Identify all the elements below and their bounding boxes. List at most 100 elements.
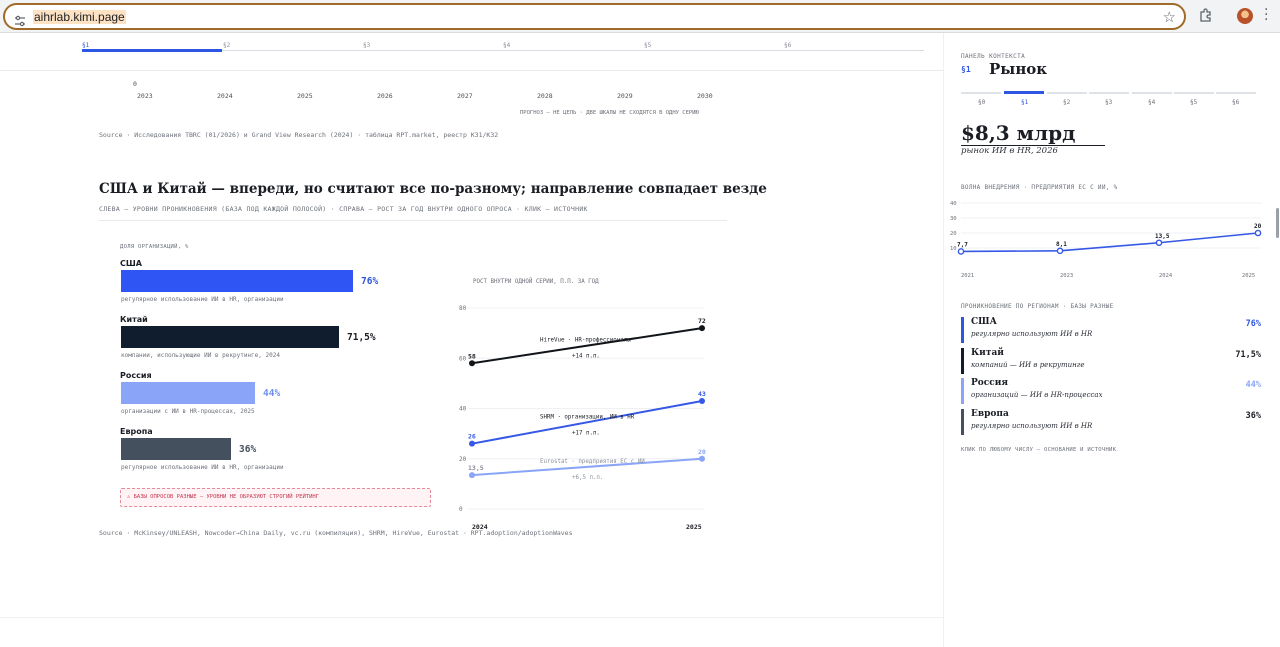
data-label: 26 (468, 433, 476, 441)
panel-tab-0[interactable]: §0 (978, 99, 985, 106)
panel-tab-track[interactable] (1089, 92, 1129, 94)
extensions-icon[interactable] (1198, 8, 1213, 23)
url-text[interactable]: aihrlab.kimi.page (33, 10, 126, 24)
forecast-note: ПРОГНОЗ — НЕ ЦЕЛЬ · ДВЕ ШКАЛЫ НЕ СХОДЯТС… (520, 110, 699, 116)
section-link-4[interactable]: §4 (503, 42, 510, 49)
data-point (1155, 239, 1163, 247)
bar-label-usa: США (120, 259, 142, 268)
panel-tab-track[interactable] (961, 92, 1001, 94)
x-tick-label: 2027 (457, 92, 473, 100)
x-tick-label: 2025 (297, 92, 313, 100)
bar-value-russia[interactable]: 44% (263, 388, 280, 399)
bar-value-china[interactable]: 71,5% (347, 332, 376, 343)
x-tick-label: 2023 (137, 92, 153, 100)
panel-tab-6[interactable]: §6 (1232, 99, 1239, 106)
site-settings-icon[interactable] (13, 14, 27, 28)
panel-tab-track[interactable] (1132, 92, 1172, 94)
address-bar[interactable]: aihrlab.kimi.page ☆ (3, 3, 1186, 30)
browser-toolbar: aihrlab.kimi.page ☆ · · · (0, 0, 1280, 33)
source-link-adoption[interactable]: Source · McKinsey/UNLEASH, Nowcoder→Chin… (99, 529, 573, 537)
panel-tab-3[interactable]: §3 (1105, 99, 1112, 106)
panel-tab-track-active[interactable] (1004, 91, 1044, 94)
context-panel: ПАНЕЛЬ КОНТЕКСТА §1 Рынок §0 §1 §2 §3 §4… (943, 33, 1280, 647)
x-tick-label: 2025 (686, 523, 702, 531)
data-label: 72 (698, 317, 706, 325)
bar-usa[interactable] (121, 270, 353, 292)
chart-caption: РОСТ ВНУТРИ ОДНОЙ СЕРИИ, П.П. ЗА ГОД (473, 278, 599, 285)
data-label: 20 (698, 448, 706, 456)
section-link-2[interactable]: §2 (223, 42, 230, 49)
region-row-china[interactable]: Китай компаний — ИИ в рекрутинге 71,5% (961, 348, 1261, 374)
growth-line-chart: РОСТ ВНУТРИ ОДНОЙ СЕРИИ, П.П. ЗА ГОД 0 20 4… (459, 278, 706, 531)
section-link-6[interactable]: §6 (784, 42, 791, 49)
region-desc: регулярно используют ИИ в HR (971, 422, 1093, 430)
panel-tab-1[interactable]: §1 (1021, 99, 1028, 106)
data-point (699, 325, 705, 332)
data-point (469, 472, 475, 479)
data-label: 13,5 (1155, 233, 1170, 240)
region-row-russia[interactable]: Россия организаций — ИИ в HR-процессах 4… (961, 378, 1261, 404)
divider (99, 220, 727, 221)
series-delta: +14 п.п. (572, 354, 600, 360)
y-tick-zero: 0 (133, 80, 137, 88)
panel-tab-5[interactable]: §5 (1190, 99, 1197, 106)
market-size-caption: рынок ИИ в HR, 2026 (961, 146, 1058, 156)
data-label: 43 (698, 390, 706, 398)
series-name: Eurostat · предприятия ЕС с ИИ (540, 459, 645, 465)
wave-line-chart: 10 20 30 40 7,7 2021 8,1 2023 13,5 2024 20 2025 (950, 201, 1262, 279)
y-tick-label: 60 (459, 355, 467, 362)
panel-tab-2[interactable]: §2 (1063, 99, 1070, 106)
bar-russia[interactable] (121, 382, 255, 404)
data-label: 58 (468, 352, 476, 360)
panel-label: ПАНЕЛЬ КОНТЕКСТА (961, 53, 1026, 60)
section-link-1[interactable]: §1 (82, 42, 89, 49)
panel-tab-4[interactable]: §4 (1148, 99, 1155, 106)
section-link-3[interactable]: §3 (363, 42, 370, 49)
region-value[interactable]: 76% (1246, 319, 1261, 329)
panel-tab-track[interactable] (1216, 92, 1256, 94)
bar-label-russia: Россия (120, 371, 152, 380)
region-desc: регулярно используют ИИ в HR (971, 330, 1093, 338)
market-size-value[interactable]: $8,3 млрд (961, 121, 1075, 145)
region-value[interactable]: 44% (1246, 380, 1261, 390)
divider (0, 70, 943, 71)
profile-avatar[interactable] (1237, 8, 1253, 24)
bar-note-russia: организации с ИИ в HR-процессах, 2025 (121, 408, 255, 415)
region-value[interactable]: 71,5% (1235, 350, 1261, 360)
x-tick-label: 2030 (697, 92, 713, 100)
bar-value-usa[interactable]: 76% (361, 276, 378, 287)
bar-europe[interactable] (121, 438, 231, 460)
data-label: 7,7 (957, 241, 968, 248)
panel-tab-track[interactable] (1047, 92, 1087, 94)
data-point (1056, 247, 1064, 255)
warning-box: ⚠ БАЗЫ ОПРОСОВ РАЗНЫЕ — УРОВНИ НЕ ОБРАЗУ… (120, 488, 431, 507)
x-tick-label: 2026 (377, 92, 393, 100)
region-row-usa[interactable]: США регулярно используют ИИ в HR 76% (961, 317, 1261, 343)
section-heading: США и Китай — впереди, но считают все по… (99, 181, 767, 197)
section-link-5[interactable]: §5 (644, 42, 651, 49)
source-link-market[interactable]: Source · Исследования TBRC (01/2026) и G… (99, 131, 498, 139)
region-name: Европа (971, 409, 1009, 419)
browser-menu-icon[interactable]: · · · (1264, 3, 1268, 27)
region-row-europe[interactable]: Европа регулярно используют ИИ в HR 36% (961, 409, 1261, 435)
y-tick-label: 20 (459, 456, 467, 463)
data-point (957, 248, 965, 255)
bookmark-star-icon[interactable]: ☆ (1163, 8, 1176, 26)
series-delta: +6,5 п.п. (572, 475, 603, 481)
region-value[interactable]: 36% (1246, 411, 1261, 421)
panel-tab-track[interactable] (1174, 92, 1214, 94)
bar-china[interactable] (121, 326, 339, 348)
bar-note-usa: регулярное использование ИИ в HR, органи… (121, 296, 284, 303)
series-name: SHRM · организации, ИИ в HR (540, 414, 635, 420)
y-tick-label: 80 (459, 305, 467, 312)
y-tick-label: 30 (950, 216, 957, 222)
data-point (699, 397, 705, 404)
data-label: 8,1 (1056, 241, 1067, 248)
data-point (469, 440, 475, 447)
panel-title: Рынок (989, 60, 1048, 78)
data-label: 13,5 (468, 464, 484, 472)
scrollbar-thumb[interactable] (1276, 208, 1279, 238)
bar-value-europe[interactable]: 36% (239, 444, 256, 455)
x-tick-label: 2025 (1242, 273, 1255, 279)
y-tick-label: 0 (459, 506, 463, 513)
